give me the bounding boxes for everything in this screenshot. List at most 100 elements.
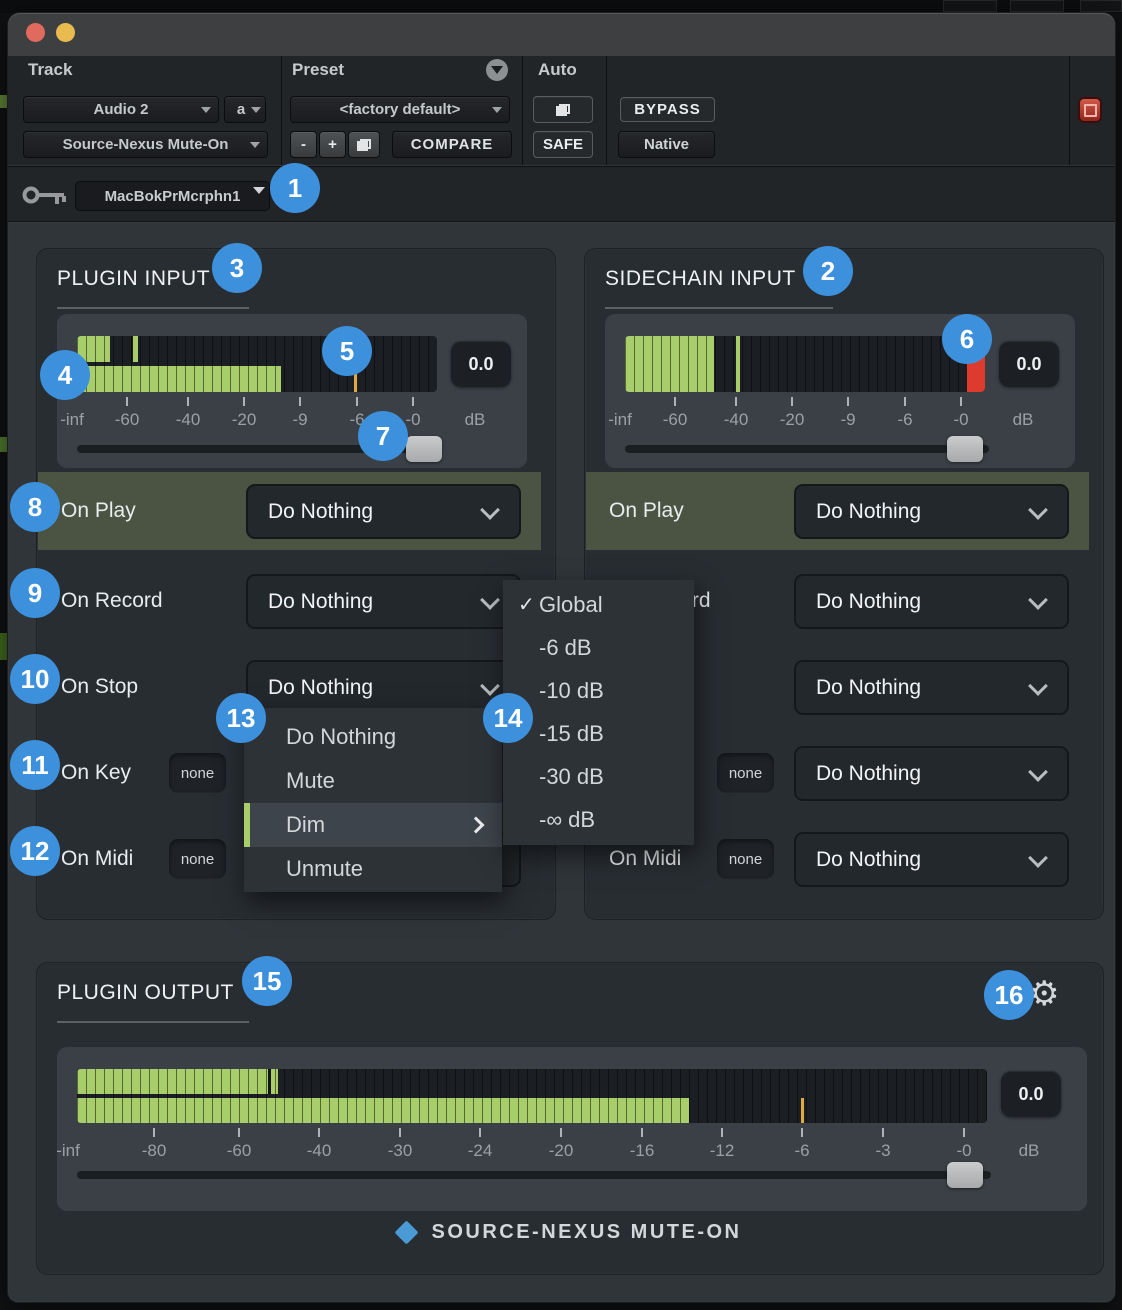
on-play-action-dropdown[interactable]: Do Nothing [246,484,521,539]
plugin-selector[interactable]: Source-Nexus Mute-On [23,131,268,158]
on-key-assignment[interactable]: none [169,753,226,793]
preset-selector[interactable]: <factory default> [290,96,510,123]
scale-tick [318,1128,320,1137]
background-widget [943,0,997,12]
key-input-device-selector[interactable]: MacBokPrMcrphn1 [75,181,270,211]
header-divider [1069,56,1070,165]
automation-mode-selector[interactable]: a [224,96,266,123]
close-button[interactable] [26,23,45,42]
on-midi-label: On Midi [609,847,681,871]
preset-section-label: Preset [292,60,344,80]
plugin-format-button[interactable]: Native [618,131,715,158]
copy-settings-button[interactable] [348,131,380,158]
on-stop-action-dropdown[interactable]: Do Nothing [794,660,1069,715]
annotation-badge-11: 11 [10,740,60,790]
automation-enable-button[interactable] [533,96,593,123]
plugin-output-gain-value[interactable]: 0.0 [1001,1071,1061,1117]
window-titlebar[interactable] [8,13,1115,56]
brand-row: SOURCE-NEXUS MUTE-ON [37,1221,1103,1244]
bypass-button[interactable]: BYPASS [620,97,715,122]
submenu-item-minus10[interactable]: -10 dB [503,669,694,712]
menu-item-unmute[interactable]: Unmute [244,847,502,891]
plugin-input-gain-value[interactable]: 0.0 [451,341,511,387]
scale-label: -40 [176,410,201,430]
plugin-input-gain-handle[interactable] [406,436,442,462]
on-midi-label: On Midi [61,847,133,871]
on-play-label: On Play [61,499,136,523]
on-play-label: On Play [609,499,684,523]
annotation-badge-2: 2 [803,246,853,296]
scale-tick [847,397,849,406]
scale-tick [187,397,189,406]
on-midi-assignment[interactable]: none [169,839,226,879]
sidechain-gain-handle[interactable] [947,436,983,462]
on-stop-action-dropdown[interactable]: Do Nothing [246,660,521,715]
scale-tick [126,397,128,406]
plugin-output-gain-slider[interactable] [77,1171,991,1179]
scale-tick [412,397,414,406]
plugin-output-title: PLUGIN OUTPUT [57,981,234,1005]
submenu-item-global[interactable]: ✓ Global [503,583,694,626]
previous-preset-button[interactable]: - [290,131,317,158]
on-play-action-dropdown[interactable]: Do Nothing [794,484,1069,539]
key-icon [22,182,70,208]
brand-label: SOURCE-NEXUS MUTE-ON [431,1221,741,1244]
on-record-label: On Record [61,589,163,613]
automation-safe-button[interactable]: SAFE [533,131,593,158]
preset-name: <factory default> [340,101,461,118]
submenu-item-minus30[interactable]: -30 dB [503,755,694,798]
scale-label: -6 [897,410,912,430]
chevron-down-icon [250,142,260,148]
scale-tick [801,1128,803,1137]
compare-button[interactable]: COMPARE [392,131,512,158]
scale-tick [791,397,793,406]
annotation-badge-8: 8 [10,482,60,532]
chevron-down-icon [1028,676,1048,696]
plugin-output-gain-handle[interactable] [947,1162,983,1188]
on-midi-action-dropdown[interactable]: Do Nothing [794,832,1069,887]
preset-menu-icon[interactable] [486,59,508,81]
header-divider [522,56,523,165]
on-record-action-dropdown[interactable]: Do Nothing [794,574,1069,629]
scale-tick [721,1128,723,1137]
scale-label: -0 [405,410,420,430]
scale-label: -40 [307,1141,332,1161]
menu-item-mute[interactable]: Mute [244,759,502,803]
annotation-badge-1: 1 [270,163,320,213]
scale-label: -inf [608,410,632,430]
chevron-down-icon [1028,500,1048,520]
annotation-badge-16: 16 [984,970,1034,1020]
scale-tick [882,1128,884,1137]
target-window-button[interactable] [1078,97,1102,123]
scale-tick [399,1128,401,1137]
background-meter-sliver [0,633,8,660]
next-preset-button[interactable]: + [319,131,346,158]
menu-item-dim[interactable]: Dim [244,803,502,847]
background-widget [1080,0,1122,12]
submenu-item-minusinf[interactable]: -∞ dB [503,798,694,841]
track-selector[interactable]: Audio 2 [23,96,219,123]
key-input-device: MacBokPrMcrphn1 [105,188,241,205]
scale-tick [153,1128,155,1137]
menu-item-do-nothing[interactable]: Do Nothing [244,715,502,759]
scale-label: -60 [227,1141,252,1161]
auto-section-label: Auto [538,60,577,80]
scale-label: -6 [794,1141,809,1161]
meter-notch [268,1069,271,1094]
on-key-action-dropdown[interactable]: Do Nothing [794,746,1069,801]
submenu-item-minus6[interactable]: -6 dB [503,626,694,669]
on-midi-assignment[interactable]: none [717,839,774,879]
background-meter-sliver [0,95,8,108]
minimize-button[interactable] [56,23,75,42]
sidechain-gain-slider[interactable] [625,445,989,453]
track-name: Audio 2 [94,101,149,118]
title-underline [57,307,249,309]
sidechain-gain-value[interactable]: 0.0 [999,341,1059,387]
plugin-output-meter-box: -inf -80 -60 -40 -30 -24 -20 -16 -12 -6 … [57,1047,1087,1211]
unit-label: dB [465,410,486,430]
on-record-action-dropdown[interactable]: Do Nothing [246,574,521,629]
on-key-assignment[interactable]: none [717,753,774,793]
annotation-badge-7: 7 [358,411,408,461]
scale-label: -60 [663,410,688,430]
key-input-row: MacBokPrMcrphn1 [8,166,1115,222]
